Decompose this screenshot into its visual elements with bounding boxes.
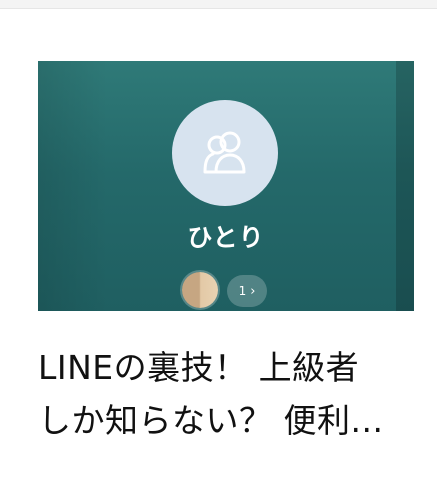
article-thumbnail[interactable]: ひとり 1 ›: [38, 61, 414, 311]
article-title-line-2: しか知らない？ 便利...: [38, 401, 384, 440]
chevron-right-icon: ›: [250, 283, 256, 299]
group-avatar: [172, 100, 278, 206]
thumbnail-edge: [396, 61, 414, 311]
article-title[interactable]: LINEの裏技！ 上級者 しか知らない？ 便利...: [38, 341, 408, 447]
article-title-line-1: LINEの裏技！ 上級者: [38, 348, 360, 387]
member-count: 1: [238, 284, 247, 298]
thumbnail-shade: [38, 61, 108, 311]
group-name: ひとり: [187, 223, 265, 252]
article-card[interactable]: ひとり 1 › LINEの裏技！ 上級者 しか知らない？ 便利...: [0, 9, 437, 486]
group-people-icon: [203, 131, 246, 174]
member-count-button[interactable]: 1 ›: [227, 275, 267, 307]
top-divider: [0, 0, 437, 9]
member-avatar: [182, 272, 218, 308]
